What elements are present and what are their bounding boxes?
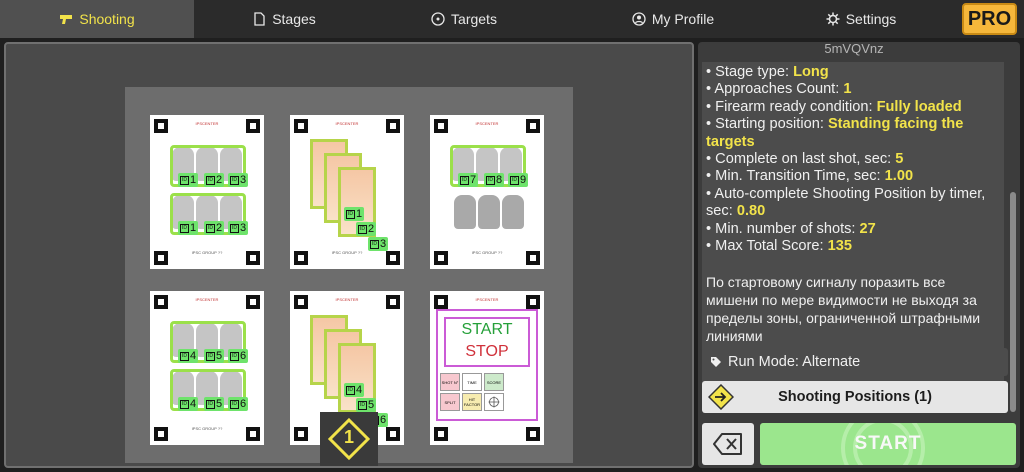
target-tag: ID 1 — [178, 221, 199, 235]
card-header: IPSCENTER — [475, 121, 499, 126]
score-cell: SCORE — [484, 373, 504, 391]
info-firearm-condition: • Firearm ready condition: Fully loaded — [706, 98, 962, 115]
profile-icon — [632, 12, 646, 26]
tab-my-profile[interactable]: My Profile — [578, 0, 768, 38]
target-icon — [431, 12, 445, 26]
tab-my-profile-label: My Profile — [651, 11, 715, 27]
backspace-icon — [713, 433, 742, 455]
shooting-positions-label: Shooting Positions (1) — [778, 389, 932, 405]
target-tag: ID 9 — [508, 173, 529, 187]
run-mode-text: Run Mode: Alternate — [728, 354, 861, 370]
qr-marker — [526, 427, 540, 441]
target-tag: ID 5 — [356, 398, 377, 412]
card-footer: IPSC GROUP ?? — [191, 250, 223, 255]
tab-stages[interactable]: Stages — [194, 0, 374, 38]
silhouette — [502, 195, 524, 229]
target-tag: ID 4 — [178, 397, 199, 411]
card-stop-label: STOP — [465, 343, 509, 360]
card-start-label: START — [461, 321, 513, 338]
target-tag: ID6 — [228, 349, 249, 363]
start-stop-card[interactable]: IPSCENTER START STOP SHOT N° TIME SCORE … — [430, 291, 544, 445]
stage-info-text: • Stage type: Long • Approaches Count: 1… — [702, 62, 1004, 384]
info-min-shots: • Min. number of shots: 27 — [706, 220, 876, 237]
tab-targets[interactable]: Targets — [374, 0, 554, 38]
clear-button[interactable] — [702, 423, 754, 465]
target-tag: ID 3 — [228, 173, 249, 187]
start-button[interactable]: START — [760, 423, 1016, 465]
card-header: IPSCENTER — [195, 121, 219, 126]
stage-description: По стартовому сигналу поразить все мишен… — [706, 274, 981, 345]
card-footer: IPSC GROUP ?? — [471, 250, 503, 255]
target-card[interactable]: IPSCENTER ID 7 ID 8 ID 9 IPSC GROUP ?? — [430, 115, 544, 269]
top-tab-bar: Shooting Stages Targets My Profile Setti… — [0, 0, 1024, 38]
info-stage-type: • Stage type: Long — [706, 64, 829, 80]
card-header: IPSCENTER — [195, 297, 219, 302]
info-auto-complete: • Auto-complete Shooting Position by tim… — [706, 185, 986, 220]
gear-icon — [826, 12, 840, 26]
stage-details-panel: 5mVQVnz • Stage type: Long • Approaches … — [698, 42, 1020, 468]
target-tag: ID6 — [228, 397, 249, 411]
target-card[interactable]: IPSCENTER ID 4 ID 5 ID 6 ID 4 ID 5 ID 6 IPSC G… — [150, 291, 264, 445]
info-starting-position: • Starting position: Standing facing the… — [706, 116, 964, 150]
tag-icon — [711, 357, 721, 367]
info-complete-last-shot: • Complete on last shot, sec: 5 — [706, 151, 904, 168]
info-min-transition: • Min. Transition Time, sec: 1.00 — [706, 168, 914, 185]
card-header: IPSCENTER — [335, 121, 359, 126]
silhouette — [478, 195, 500, 229]
target-tag: ID 4 — [178, 349, 199, 363]
silhouette — [454, 195, 476, 229]
scrollbar[interactable] — [1010, 192, 1016, 412]
shooting-positions-button[interactable]: Shooting Positions (1) — [702, 381, 1008, 413]
stage-code: 5mVQVnz — [824, 41, 884, 56]
tab-shooting-label: Shooting — [79, 11, 135, 27]
run-mode-label[interactable]: Run Mode: Alternate — [702, 348, 1008, 376]
card-header: IPSCENTER — [475, 297, 499, 302]
shot-cell: SHOT N° — [440, 373, 460, 391]
info-max-score: • Max Total Score: 135 — [706, 238, 852, 255]
qr-marker — [434, 427, 448, 441]
target-tag: ID 5 — [204, 397, 225, 411]
target-tag: ID 3 — [368, 237, 389, 251]
card-footer: IPSC GROUP ?? — [331, 250, 363, 255]
tab-settings-label: Settings — [845, 11, 897, 27]
pro-button[interactable]: PRO — [962, 3, 1017, 35]
target-tag: ID 1 — [178, 173, 199, 187]
target-card[interactable]: IPSCENTER ID 1 ID 2 ID 3 IPSC GROUP ?? — [290, 115, 404, 269]
target-tag: ID 2 — [204, 173, 225, 187]
start-stop-area: START STOP — [444, 317, 530, 367]
target-tag: ID 1 — [344, 207, 365, 221]
direction-diamond-icon — [708, 384, 734, 410]
shooting-position-badge[interactable]: 1 — [320, 412, 378, 466]
card-header: IPSCENTER — [335, 297, 359, 302]
tab-settings[interactable]: Settings — [768, 0, 954, 38]
target-tag: ID 2 — [356, 222, 377, 236]
target-tag: ID 7 — [458, 173, 479, 187]
crosshair-icon — [484, 393, 504, 411]
target-tag: ID 8 — [484, 173, 505, 187]
target-tag: ID 3 — [228, 221, 249, 235]
hit-factor-cell: HIT FACTOR — [462, 393, 482, 411]
tab-shooting[interactable]: Shooting — [0, 0, 194, 38]
position-number: 1 — [343, 427, 354, 447]
pistol-icon — [60, 15, 73, 24]
start-label: START — [854, 433, 922, 454]
document-icon — [254, 12, 265, 26]
tab-targets-label: Targets — [451, 11, 497, 27]
split-cell: SPLIT — [440, 393, 460, 411]
time-cell: TIME — [462, 373, 482, 391]
tab-stages-label: Stages — [272, 11, 316, 27]
stage-preview-area: IPSCENTER ID 1 ID 2 ID 3 ID 1 ID 2 ID 3 IPSC G… — [125, 87, 573, 463]
target-tag: ID 4 — [344, 383, 365, 397]
target-tag: ID 5 — [204, 349, 225, 363]
card-footer: IPSC GROUP ?? — [191, 426, 223, 431]
target-tag: ID 2 — [204, 221, 225, 235]
target-card[interactable]: IPSCENTER ID 1 ID 2 ID 3 ID 1 ID 2 ID 3 IPSC G… — [150, 115, 264, 269]
start-stop-frame: START STOP SHOT N° TIME SCORE SPLIT HIT … — [436, 309, 538, 421]
info-approaches: • Approaches Count: 1 — [706, 81, 852, 98]
